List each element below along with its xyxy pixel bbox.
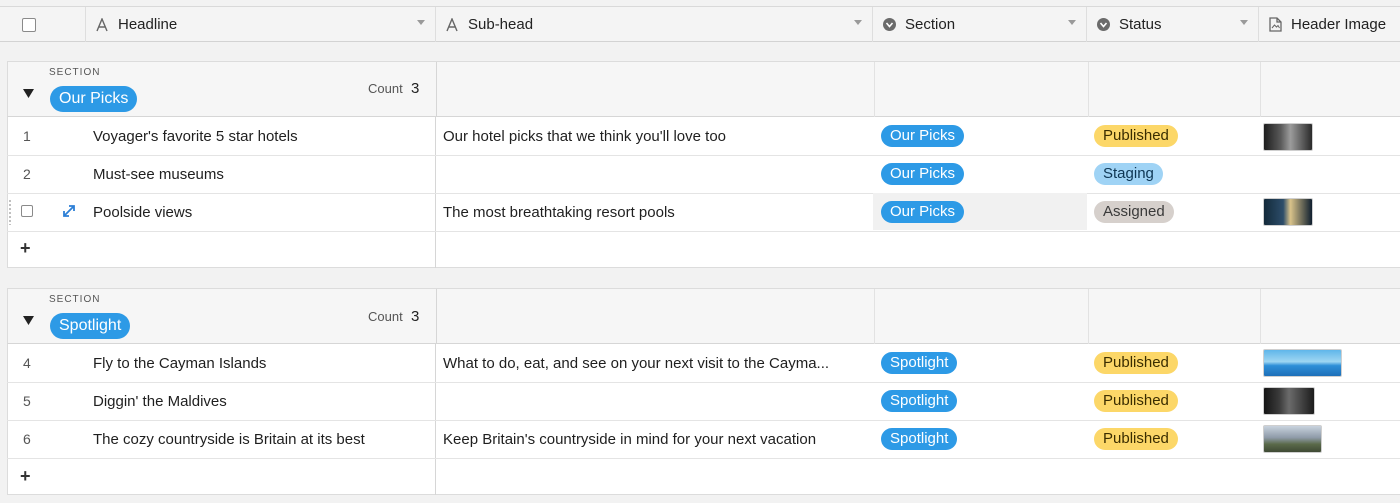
group-header-our-picks: SECTION Our Picks Count 3	[7, 61, 1400, 118]
headline-cell[interactable]: Fly to the Cayman Islands	[93, 355, 433, 372]
single-select-icon	[881, 17, 897, 33]
group-count-label: Count	[368, 309, 403, 324]
group-header-spotlight: SECTION Spotlight Count 3	[7, 288, 1400, 345]
add-record-button[interactable]: +	[20, 466, 31, 487]
subhead-cell[interactable]: Our hotel picks that we think you'll lov…	[443, 128, 868, 145]
chevron-down-icon[interactable]	[1068, 20, 1076, 25]
attachment-icon	[1267, 17, 1283, 33]
column-header-section[interactable]: Section	[873, 7, 1087, 42]
group-name-pill: Our Picks	[50, 86, 138, 112]
status-pill[interactable]: Published	[1094, 125, 1178, 147]
drag-handle[interactable]	[8, 199, 12, 225]
group-field-label: SECTION	[49, 67, 101, 78]
column-divider	[874, 289, 875, 345]
headline-cell[interactable]: Must-see museums	[93, 166, 433, 183]
row-number: 2	[23, 166, 31, 182]
row-number: 6	[23, 431, 31, 447]
section-pill[interactable]: Spotlight	[881, 352, 958, 374]
row-checkbox[interactable]	[21, 205, 33, 217]
table-row[interactable]: 4 Fly to the Cayman Islands What to do, …	[7, 344, 1400, 383]
table-row[interactable]: 2 Must-see museums Our Picks Staging	[7, 155, 1400, 194]
status-pill[interactable]: Published	[1094, 352, 1178, 374]
column-divider	[1088, 289, 1089, 345]
row-number: 1	[23, 128, 31, 144]
column-header-bar: Headline Sub-head Section Status Header …	[0, 6, 1400, 42]
table-row[interactable]: 6 The cozy countryside is Britain at its…	[7, 420, 1400, 459]
text-type-icon	[444, 17, 460, 33]
collapse-triangle-icon[interactable]	[23, 85, 34, 103]
header-image-thumbnail[interactable]	[1263, 349, 1342, 377]
single-select-icon	[1095, 17, 1111, 33]
headline-cell[interactable]: Voyager's favorite 5 star hotels	[93, 128, 433, 145]
column-divider	[436, 62, 437, 118]
section-pill[interactable]: Our Picks	[881, 125, 965, 147]
group-count-value: 3	[411, 308, 420, 325]
select-all-checkbox[interactable]	[21, 17, 36, 32]
subhead-cell[interactable]: Keep Britain's countryside in mind for y…	[443, 431, 868, 448]
expand-record-icon[interactable]	[62, 204, 76, 223]
row-number: 5	[23, 393, 31, 409]
column-divider	[1260, 289, 1261, 345]
status-pill[interactable]: Published	[1094, 390, 1178, 412]
column-label: Header Image	[1291, 16, 1387, 33]
column-divider	[1260, 62, 1261, 118]
add-record-button[interactable]: +	[20, 238, 31, 259]
group-count-value: 3	[411, 80, 420, 97]
header-image-thumbnail[interactable]	[1263, 425, 1322, 453]
column-label: Sub-head	[468, 16, 534, 33]
header-image-thumbnail[interactable]	[1263, 198, 1313, 226]
column-divider	[1088, 62, 1089, 118]
section-pill[interactable]: Spotlight	[881, 428, 958, 450]
subhead-cell[interactable]: What to do, eat, and see on your next vi…	[443, 355, 868, 372]
column-header-headline[interactable]: Headline	[86, 7, 436, 42]
status-pill[interactable]: Assigned	[1094, 201, 1174, 223]
status-pill[interactable]: Staging	[1094, 163, 1163, 185]
table-row[interactable]: 1 Voyager's favorite 5 star hotels Our h…	[7, 117, 1400, 156]
header-image-thumbnail[interactable]	[1263, 123, 1313, 151]
chevron-down-icon[interactable]	[854, 20, 862, 25]
collapse-triangle-icon[interactable]	[23, 312, 34, 330]
column-header-image[interactable]: Header Image	[1259, 7, 1400, 42]
text-type-icon	[94, 17, 110, 33]
row-number: 4	[23, 355, 31, 371]
table-row[interactable]: 5 Diggin' the Maldives Spotlight Publish…	[7, 382, 1400, 421]
group-count-label: Count	[368, 81, 403, 96]
column-label: Headline	[118, 16, 178, 33]
section-pill[interactable]: Our Picks	[881, 163, 965, 185]
status-pill[interactable]: Published	[1094, 428, 1178, 450]
section-pill[interactable]: Our Picks	[881, 201, 965, 223]
column-header-subhead[interactable]: Sub-head	[436, 7, 873, 42]
section-pill[interactable]: Spotlight	[881, 390, 958, 412]
group-field-label: SECTION	[49, 294, 101, 305]
group-name-pill: Spotlight	[50, 313, 131, 339]
headline-cell[interactable]: The cozy countryside is Britain at its b…	[93, 431, 433, 448]
column-label: Status	[1119, 16, 1162, 33]
select-all-cell	[0, 7, 86, 42]
headline-cell[interactable]: Poolside views	[93, 204, 433, 221]
headline-cell[interactable]: Diggin' the Maldives	[93, 393, 433, 410]
column-label: Section	[905, 16, 956, 33]
chevron-down-icon[interactable]	[417, 20, 425, 25]
table-row[interactable]: Poolside views The most breathtaking res…	[7, 193, 1400, 232]
subhead-cell[interactable]: The most breathtaking resort pools	[443, 204, 868, 221]
column-header-status[interactable]: Status	[1087, 7, 1259, 42]
chevron-down-icon[interactable]	[1240, 20, 1248, 25]
column-divider	[874, 62, 875, 118]
header-image-thumbnail[interactable]	[1263, 387, 1315, 415]
column-divider	[436, 289, 437, 345]
